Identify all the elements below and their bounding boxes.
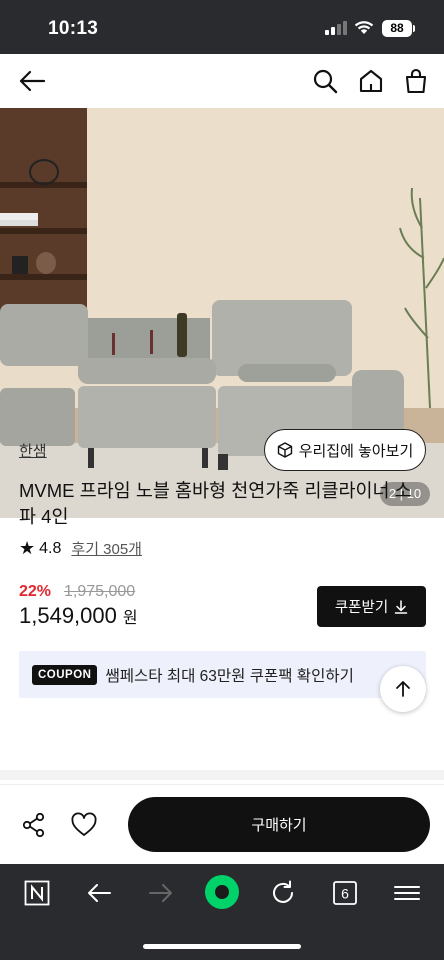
refresh-icon <box>273 880 293 903</box>
cart-bag-icon <box>405 68 427 94</box>
menu-icon <box>394 886 420 900</box>
original-price: 1,975,000 <box>64 583 136 600</box>
ar-cube-icon <box>277 442 292 458</box>
sale-price-row: 1,549,000 원 <box>19 603 138 629</box>
battery-indicator: 88 <box>382 20 412 37</box>
heart-icon <box>71 812 97 836</box>
coupon-tag: COUPON <box>32 664 98 685</box>
cart-button[interactable] <box>401 66 431 96</box>
menu-button[interactable] <box>392 878 422 908</box>
rating-value: 4.8 <box>39 539 62 557</box>
wifi-icon <box>354 21 374 34</box>
status-bar: 10:13 88 <box>0 0 444 54</box>
tab-count: 6 <box>341 886 349 902</box>
brand-link[interactable]: 한샘 <box>19 440 47 461</box>
search-icon <box>313 69 338 94</box>
wishlist-button[interactable] <box>70 811 98 839</box>
ar-place-label: 우리집에 놓아보기 <box>298 442 414 460</box>
home-icon <box>359 69 383 93</box>
back-button[interactable] <box>17 66 47 96</box>
purchase-bar: 구매하기 <box>0 784 444 864</box>
buy-button[interactable]: 구매하기 <box>128 797 430 852</box>
green-dot-icon <box>205 875 239 909</box>
sale-price: 1,549,000 <box>19 603 117 628</box>
naver-n-icon <box>24 880 50 906</box>
tabs-button[interactable]: 6 <box>330 878 360 908</box>
coupon-banner[interactable]: COUPON 쌤페스타 최대 63만원 쿠폰팩 확인하기 <box>19 651 426 698</box>
back-arrow-icon <box>88 884 111 902</box>
home-indicator <box>143 944 301 949</box>
discount-rate: 22% <box>19 583 52 600</box>
green-dot-button[interactable] <box>202 872 242 912</box>
ar-place-button[interactable]: 우리집에 놓아보기 <box>264 429 426 471</box>
product-title: MVME 프라임 노블 홈바형 천연가죽 리클라이너 소파 4인 <box>19 480 412 527</box>
naver-home-button[interactable] <box>22 878 52 908</box>
status-time: 10:13 <box>48 18 99 39</box>
battery-cap <box>413 25 415 32</box>
back-arrow-icon <box>19 70 46 92</box>
tabs-icon: 6 <box>333 881 357 905</box>
coupon-banner-text: 쌤페스타 최대 63만원 쿠폰팩 확인하기 <box>105 667 354 685</box>
cellular-signal-icon <box>325 21 347 35</box>
browser-forward-button[interactable] <box>146 878 176 908</box>
search-button[interactable] <box>310 66 340 96</box>
section-divider <box>0 770 444 780</box>
arrow-up-icon <box>396 681 410 697</box>
home-button[interactable] <box>356 66 386 96</box>
app-content: 2 | 10 한샘 우리집에 놓아보기 MVME 프라임 노블 홈바형 천연가죽… <box>0 54 444 864</box>
download-icon <box>394 599 408 614</box>
coupon-download-label: 쿠폰받기 <box>334 600 389 616</box>
top-navigation <box>0 54 444 108</box>
reviews-link[interactable]: 후기 305개 <box>71 538 142 559</box>
star-icon: ★ <box>19 538 36 558</box>
browser-back-button[interactable] <box>84 878 114 908</box>
share-button[interactable] <box>20 811 48 839</box>
refresh-button[interactable] <box>268 878 298 908</box>
forward-arrow-icon <box>149 884 172 902</box>
coupon-download-button[interactable]: 쿠폰받기 <box>317 586 426 627</box>
share-icon <box>22 812 45 838</box>
rating-row: ★ 4.8 후기 305개 <box>19 538 142 559</box>
currency-label: 원 <box>122 610 138 627</box>
scroll-to-top-button[interactable] <box>380 666 426 712</box>
